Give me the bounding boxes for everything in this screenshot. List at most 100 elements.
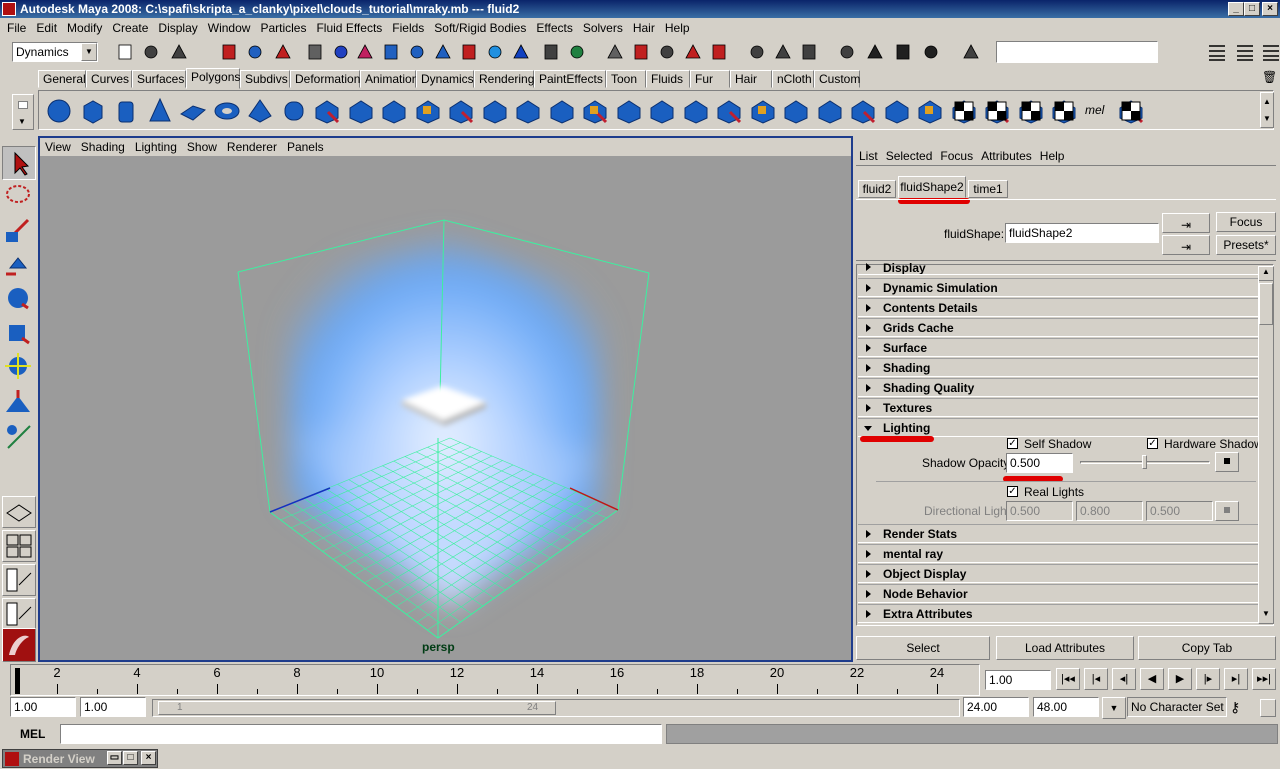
character-set-field[interactable]: No Character Set [1127, 697, 1227, 717]
quick-select-input[interactable] [996, 41, 1158, 63]
input-ops-icon[interactable] [656, 41, 678, 63]
shelf-tab-surfaces[interactable]: Surfaces [132, 70, 186, 88]
step-back-key-icon[interactable]: |◂ [1084, 668, 1108, 690]
shelf-tab-custom[interactable]: Custom [814, 70, 860, 88]
mel-script-icon[interactable]: mel [1083, 96, 1113, 126]
snap-grid-icon[interactable] [304, 41, 326, 63]
shadow-opacity-slider-handle[interactable] [1142, 455, 1147, 469]
playback-start-field[interactable]: 1.00 [80, 697, 146, 717]
outliner-layout-icon[interactable] [2, 564, 36, 596]
expand-arrow-icon[interactable] [866, 590, 871, 598]
extract-icon[interactable] [379, 96, 409, 126]
extrude-face-icon[interactable] [547, 96, 577, 126]
highlight-icon[interactable] [566, 41, 588, 63]
uv-planar-icon[interactable] [915, 96, 945, 126]
section-shading-quality[interactable]: Shading Quality [858, 378, 1258, 397]
menu-create[interactable]: Create [107, 21, 153, 35]
playback-end-field[interactable]: 24.00 [963, 697, 1029, 717]
render-globals-icon[interactable] [920, 41, 942, 63]
bridge-icon[interactable] [580, 96, 610, 126]
step-back-frame-icon[interactable]: ◂| [1112, 668, 1136, 690]
ipr-render-icon[interactable] [892, 41, 914, 63]
expand-arrow-icon[interactable] [866, 570, 871, 578]
select-button[interactable]: Select [856, 636, 990, 660]
restore-icon[interactable]: ▭ [107, 751, 122, 765]
hypershade-icon[interactable] [836, 41, 858, 63]
universal-manipulator-icon[interactable] [2, 350, 36, 384]
construction-icon[interactable] [630, 41, 652, 63]
load-attributes-button[interactable]: Load Attributes [996, 636, 1134, 660]
shelf-tab-animation[interactable]: Animation [360, 70, 418, 88]
select-object-icon[interactable] [244, 41, 266, 63]
open-scene-icon[interactable] [140, 41, 162, 63]
uv-cylindrical-icon[interactable] [949, 96, 979, 126]
boolean-union-icon[interactable] [446, 96, 476, 126]
append-polygon-icon[interactable] [614, 96, 644, 126]
key-icon[interactable]: ⚷ [1230, 699, 1258, 717]
section-object-display[interactable]: Object Display [858, 564, 1258, 583]
menu-soft-rigid-bodies[interactable]: Soft/Rigid Bodies [429, 21, 531, 35]
graph-layout-icon[interactable] [2, 598, 36, 630]
section-contents-details[interactable]: Contents Details [858, 298, 1258, 317]
expand-arrow-icon[interactable] [866, 284, 871, 292]
ae-menu-list[interactable]: List [855, 149, 882, 163]
history-icon[interactable] [604, 41, 626, 63]
ae-scrollbar[interactable]: ▲ ▼ [1258, 266, 1274, 624]
shelf-tab-fluids[interactable]: Fluids [646, 70, 690, 88]
ae-menu-focus[interactable]: Focus [936, 149, 977, 163]
mirror-icon[interactable] [513, 96, 543, 126]
maximize-icon[interactable]: □ [1244, 2, 1260, 16]
expand-arrow-icon[interactable] [866, 530, 871, 538]
save-scene-icon[interactable] [168, 41, 190, 63]
menu-fluid-effects[interactable]: Fluid Effects [311, 21, 387, 35]
select-hierarchy-icon[interactable] [218, 41, 240, 63]
menu-hair[interactable]: Hair [628, 21, 660, 35]
trash-icon[interactable]: 🗑 [1262, 70, 1277, 84]
presets-button[interactable]: Presets* [1216, 235, 1276, 255]
current-frame-marker[interactable] [15, 668, 20, 694]
uv-spherical-icon[interactable] [982, 96, 1012, 126]
section-surface[interactable]: Surface [858, 338, 1258, 357]
close-icon[interactable]: × [1262, 2, 1278, 16]
render-settings-icon[interactable] [798, 41, 820, 63]
play-backward-icon[interactable]: ◀ [1140, 668, 1164, 690]
poly-plane-icon[interactable] [178, 96, 208, 126]
ae-menu-help[interactable]: Help [1036, 149, 1069, 163]
insert-edge-loop-icon[interactable] [681, 96, 711, 126]
ae-tab-time1[interactable]: time1 [968, 180, 1008, 198]
range-slider-bar[interactable]: 1 24 [158, 701, 556, 715]
shelf-tab-fur[interactable]: Fur [690, 70, 730, 88]
viewport-menu-lighting[interactable]: Lighting [130, 140, 182, 154]
split-polygon-icon[interactable] [647, 96, 677, 126]
help-icon[interactable] [510, 41, 532, 63]
snap-curve-icon[interactable] [330, 41, 352, 63]
hardware-shadow-checkbox[interactable]: ✓ [1147, 438, 1158, 449]
channel-box-icon[interactable] [1234, 41, 1256, 63]
uv-auto-icon[interactable] [1016, 96, 1046, 126]
layout-icon[interactable] [1206, 41, 1228, 63]
poly-sphere-icon[interactable] [44, 96, 74, 126]
menu-window[interactable]: Window [203, 21, 256, 35]
shelf-tab-toon[interactable]: Toon [606, 70, 646, 88]
poly-pipe-icon[interactable] [279, 96, 309, 126]
input-line-icon[interactable] [960, 41, 982, 63]
viewport-menu-shading[interactable]: Shading [76, 140, 130, 154]
start-time-field[interactable]: 1.00 [10, 697, 76, 717]
wedge-icon[interactable] [882, 96, 912, 126]
select-tool-icon[interactable] [2, 146, 36, 180]
expand-arrow-icon[interactable] [866, 384, 871, 392]
shelf-menu-button[interactable]: ▼ [12, 94, 34, 130]
menu-edit[interactable]: Edit [31, 21, 62, 35]
expand-arrow-icon[interactable] [866, 304, 871, 312]
render-view-minimized[interactable]: Render View ▭ □ × [2, 749, 158, 768]
bevel-icon[interactable] [781, 96, 811, 126]
step-forward-frame-icon[interactable]: |▸ [1196, 668, 1220, 690]
collapse-icon[interactable] [848, 96, 878, 126]
poly-cube-icon[interactable] [78, 96, 108, 126]
shelf-tab-hair[interactable]: Hair [730, 70, 772, 88]
viewport-menu-show[interactable]: Show [182, 140, 222, 154]
input-connection-icon[interactable]: ⇥ [1162, 213, 1210, 233]
ae-menu-attributes[interactable]: Attributes [977, 149, 1036, 163]
menu-modify[interactable]: Modify [62, 21, 107, 35]
ipr-icon[interactable] [772, 41, 794, 63]
